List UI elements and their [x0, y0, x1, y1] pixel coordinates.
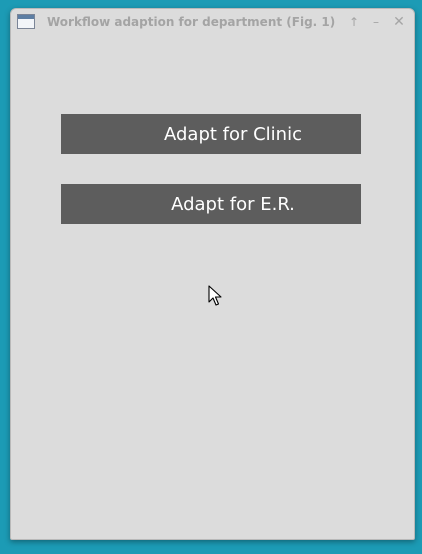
- minimize-icon[interactable]: –: [367, 13, 385, 31]
- app-window-icon: [17, 14, 35, 29]
- adapt-for-clinic-button[interactable]: Adapt for Clinic: [61, 114, 361, 154]
- window-title: Workflow adaption for department (Fig. 1…: [47, 15, 336, 29]
- arrow-up-icon[interactable]: ↑: [345, 13, 363, 31]
- title-bar[interactable]: Workflow adaption for department (Fig. 1…: [11, 9, 414, 37]
- close-icon[interactable]: ✕: [390, 13, 408, 31]
- adapt-for-er-button[interactable]: Adapt for E.R.: [61, 184, 361, 224]
- mouse-pointer-icon: [208, 285, 222, 306]
- app-window: Workflow adaption for department (Fig. 1…: [10, 8, 415, 540]
